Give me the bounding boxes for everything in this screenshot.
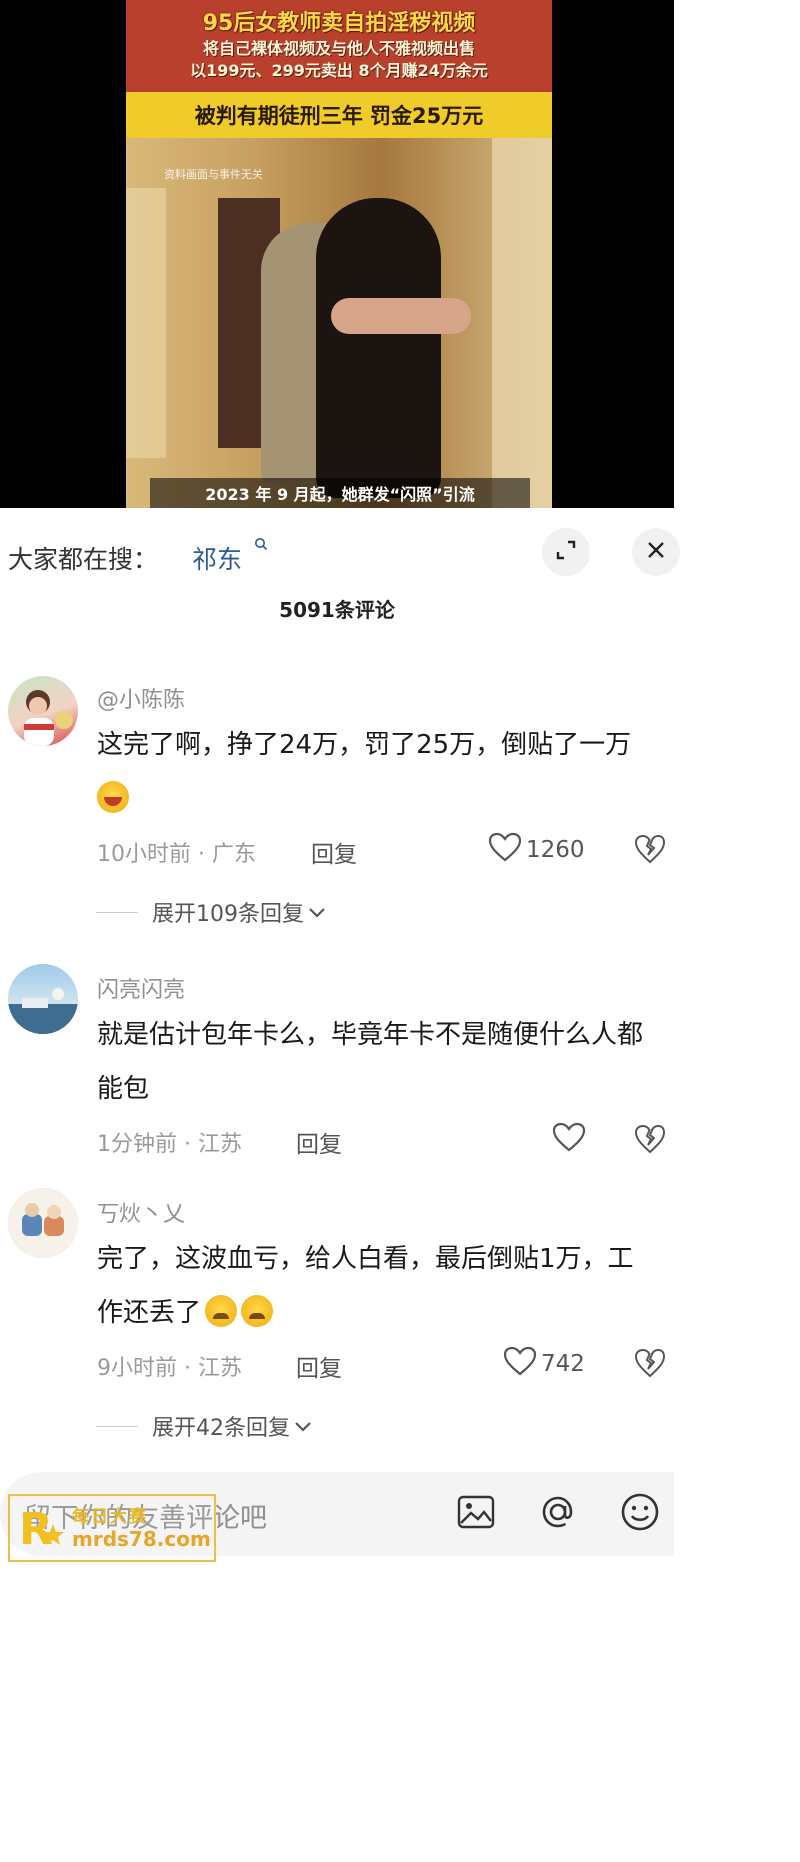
scene-pillar (492, 138, 552, 508)
expand-replies-label: 展开109条回复 (152, 902, 304, 927)
broken-heart-icon (634, 1124, 666, 1158)
expand-button[interactable] (542, 528, 590, 576)
expand-replies-label: 展开42条回复 (152, 1416, 290, 1441)
avatar[interactable] (8, 964, 78, 1034)
expand-replies[interactable]: 展开109条回复 (96, 896, 326, 928)
site-watermark: R 每日大赛 mrds78.com (8, 1494, 216, 1562)
watermark-line-1: 每日大赛 (72, 1507, 148, 1527)
comment-username[interactable]: @小陈陈 (97, 682, 185, 714)
video-headline-banner: 95后女教师卖自拍淫秽视频 将自己裸体视频及与他人不雅视频出售 以199元、29… (126, 0, 552, 92)
comment-meta: 10小时前 · 广东 (97, 842, 256, 867)
heart-icon (488, 832, 526, 868)
pleading-emoji-icon (205, 1295, 238, 1327)
verdict-banner: 被判有期徒刑三年 罚金25万元 (126, 92, 552, 138)
scene-wall (126, 188, 166, 458)
heart-icon (503, 1346, 541, 1382)
avatar[interactable] (8, 676, 78, 746)
svg-text:R: R (19, 1504, 53, 1555)
dislike-button[interactable] (634, 1348, 666, 1382)
comment-text-content: 完了，这波血亏，给人白看，最后倒贴1万，工作还丢了 (97, 1244, 634, 1328)
expand-replies[interactable]: 展开42条回复 (96, 1410, 312, 1442)
comment-text: 完了，这波血亏，给人白看，最后倒贴1万，工作还丢了 (97, 1232, 657, 1340)
like-count: 742 (541, 1351, 585, 1377)
video-disclaimer: 资料画面与事件无关 (164, 168, 263, 181)
trending-search-term[interactable]: 祁东 (192, 540, 242, 576)
watermark-line-2: mrds78.com (72, 1527, 211, 1551)
close-icon (645, 539, 667, 565)
scene-person-woman (316, 198, 441, 498)
image-icon (457, 1495, 495, 1533)
comment-item: 闪亮闪亮 就是估计包年卡么，毕竟年卡不是随便什么人都能包 1分钟前 · 江苏 回… (0, 960, 674, 1170)
headline-line-1: 95后女教师卖自拍淫秽视频 (202, 11, 476, 36)
close-button[interactable] (632, 528, 680, 576)
avatar[interactable] (8, 1188, 78, 1258)
comment-count: 5091条评论 (279, 598, 395, 622)
trending-search-strip: 大家都在搜： 祁东 (0, 508, 680, 592)
laughing-emoji-icon (97, 781, 129, 813)
reply-button[interactable]: 回复 (296, 1125, 342, 1159)
comment-meta: 9小时前 · 江苏 (97, 1356, 242, 1381)
image-picker-button[interactable] (456, 1494, 496, 1534)
search-icon[interactable] (254, 537, 268, 555)
dislike-button[interactable] (634, 1124, 666, 1158)
watermark-logo-icon: R (10, 1497, 72, 1559)
chevron-down-icon (308, 900, 326, 925)
emoji-button[interactable] (620, 1492, 660, 1536)
comment-username[interactable]: 丂炏丶乂 (97, 1196, 185, 1228)
like-count: 1260 (526, 837, 585, 863)
comment-text: 就是估计包年卡么，毕竟年卡不是随便什么人都能包 (97, 1020, 644, 1104)
scene-arm (331, 298, 471, 334)
at-icon (539, 1493, 577, 1535)
heart-icon (552, 1122, 590, 1158)
chevron-down-icon (294, 1414, 312, 1439)
video-caption: 2023 年 9 月起，她群发“闪照”引流 (150, 478, 530, 508)
comment-username[interactable]: 闪亮闪亮 (97, 972, 185, 1004)
reply-button[interactable]: 回复 (311, 835, 357, 869)
smiley-icon (620, 1492, 660, 1536)
comment-item: 丂炏丶乂 完了，这波血亏，给人白看，最后倒贴1万，工作还丢了 9小时前 · 江苏… (0, 1184, 674, 1454)
pleading-emoji-icon (241, 1295, 274, 1327)
video-scene: 资料画面与事件无关 2023 年 9 月起，她群发“闪照”引流 (126, 138, 552, 508)
comment-text: 这完了啊，挣了24万，罚了25万，倒贴了一万 (97, 718, 657, 826)
expand-icon (554, 538, 578, 566)
like-button[interactable]: 1260 (488, 832, 585, 868)
like-button[interactable] (552, 1122, 590, 1158)
reply-button[interactable]: 回复 (296, 1349, 342, 1383)
dislike-button[interactable] (634, 834, 666, 868)
headline-line-2: 将自己裸体视频及与他人不雅视频出售 (202, 39, 475, 58)
comment-text-content: 这完了啊，挣了24万，罚了25万，倒贴了一万 (97, 730, 632, 760)
mention-button[interactable] (538, 1494, 578, 1534)
trending-search-label: 大家都在搜： (8, 545, 159, 574)
watermark-text: 每日大赛 mrds78.com (72, 1506, 211, 1550)
video-player[interactable]: 95后女教师卖自拍淫秽视频 将自己裸体视频及与他人不雅视频出售 以199元、29… (0, 0, 674, 508)
comment-item: @小陈陈 这完了啊，挣了24万，罚了25万，倒贴了一万 10小时前 · 广东 回… (0, 670, 674, 940)
broken-heart-icon (634, 1348, 666, 1382)
like-button[interactable]: 742 (503, 1346, 585, 1382)
divider (96, 911, 138, 913)
divider (96, 1425, 138, 1427)
broken-heart-icon (634, 834, 666, 868)
video-frame[interactable]: 95后女教师卖自拍淫秽视频 将自己裸体视频及与他人不雅视频出售 以199元、29… (126, 0, 552, 508)
headline-line-3: 以199元、299元卖出 8个月赚24万余元 (190, 61, 488, 80)
comment-meta: 1分钟前 · 江苏 (97, 1132, 242, 1157)
